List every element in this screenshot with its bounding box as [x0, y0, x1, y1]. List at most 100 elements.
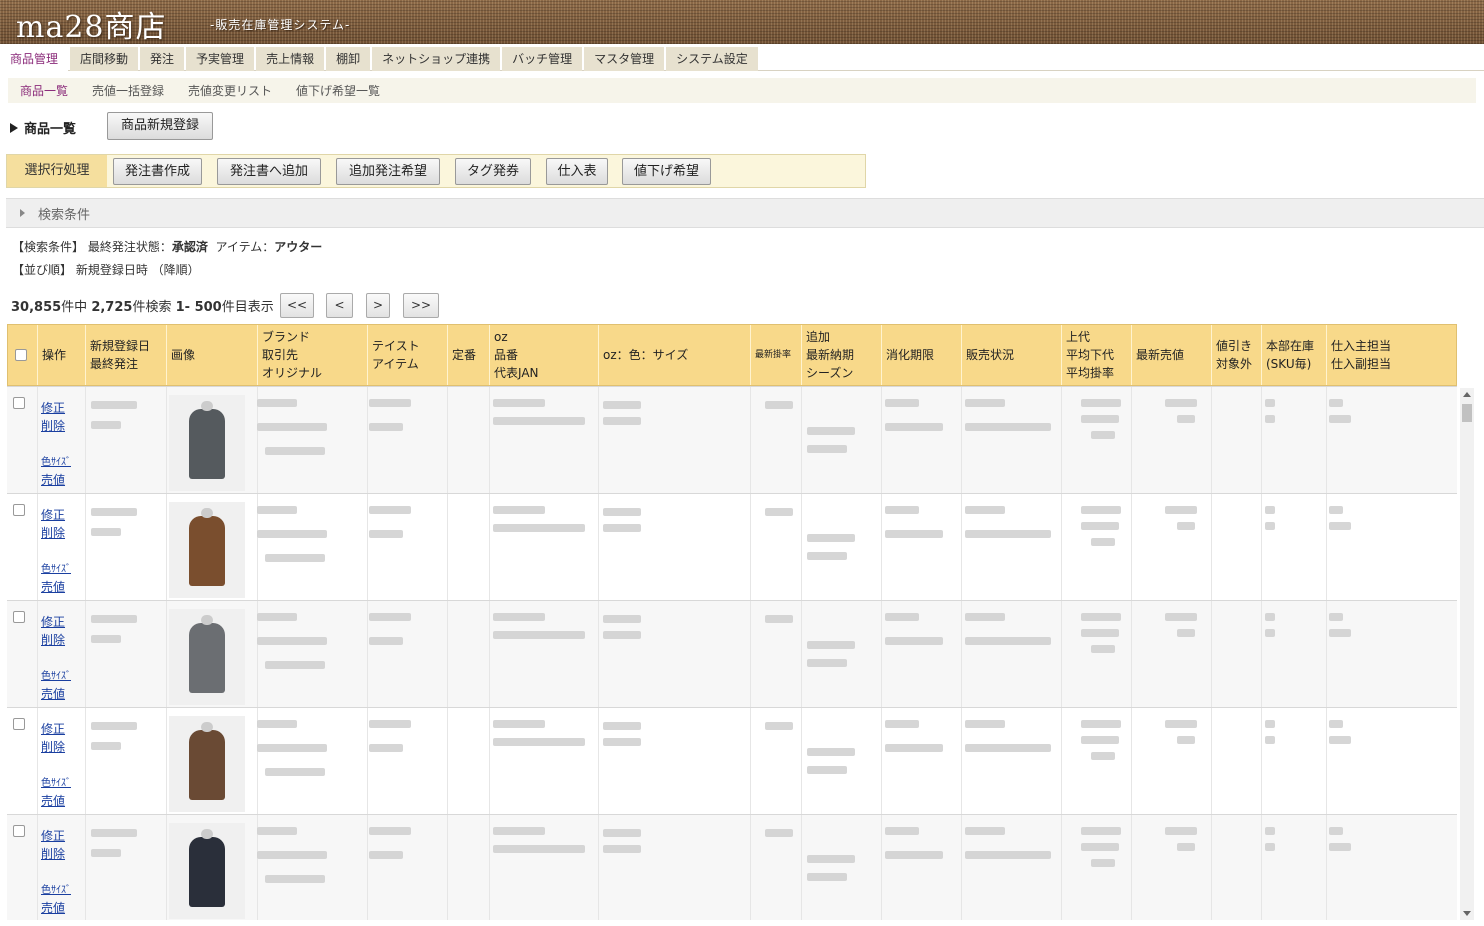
table-scrollbar[interactable] [1460, 388, 1474, 920]
delete-link[interactable]: 削除 [41, 631, 65, 648]
app-subtitle: -販売在庫管理システム- [210, 18, 351, 32]
prev-page-button[interactable]: < [326, 293, 353, 318]
price-link[interactable]: 売値 [41, 578, 65, 595]
select-all-checkbox[interactable] [15, 349, 27, 361]
redacted-value [885, 720, 919, 728]
scroll-thumb[interactable] [1462, 404, 1472, 422]
product-image[interactable] [169, 716, 245, 812]
main-nav-tab[interactable]: 売上情報 [256, 47, 325, 71]
column-divider [85, 494, 86, 600]
row-checkbox[interactable] [13, 611, 25, 623]
found-count: 2,725 [91, 300, 133, 315]
column-divider [85, 601, 86, 707]
main-nav-tab[interactable]: マスタ管理 [584, 47, 665, 71]
column-divider [1261, 815, 1262, 920]
row-checkbox[interactable] [13, 397, 25, 409]
redacted-value [1091, 538, 1115, 546]
first-page-button[interactable]: << [280, 293, 314, 318]
delete-link[interactable]: 削除 [41, 417, 65, 434]
product-image[interactable] [169, 502, 245, 598]
edit-link[interactable]: 修正 [41, 720, 65, 737]
redacted-value [369, 613, 411, 621]
redacted-value [1081, 720, 1121, 728]
redacted-value [257, 851, 327, 859]
column-divider [1131, 815, 1132, 920]
product-image[interactable] [169, 395, 245, 491]
redacted-value [1265, 506, 1275, 514]
scroll-down-icon[interactable] [1463, 911, 1471, 916]
range-suffix: 件目表示 [221, 300, 274, 315]
product-image[interactable] [169, 609, 245, 705]
new-product-button[interactable]: 商品新規登録 [107, 112, 213, 140]
color-size-link[interactable]: 色ｻｲｽﾞ [41, 560, 71, 575]
column-divider [598, 708, 599, 814]
redacted-value [1329, 736, 1351, 744]
delete-link[interactable]: 削除 [41, 524, 65, 541]
row-checkbox[interactable] [13, 718, 25, 730]
tag-issue-button[interactable]: タグ発券 [455, 158, 531, 185]
additional-order-button[interactable]: 追加発注希望 [336, 158, 440, 185]
header-price-line3: 平均掛率 [1066, 366, 1115, 380]
color-size-link[interactable]: 色ｻｲｽﾞ [41, 881, 71, 896]
row-checkbox[interactable] [13, 504, 25, 516]
redacted-value [1177, 843, 1195, 851]
price-link[interactable]: 売値 [41, 899, 65, 916]
redacted-value [1329, 506, 1343, 514]
price-link[interactable]: 売値 [41, 792, 65, 809]
redacted-value [965, 399, 1005, 407]
edit-link[interactable]: 修正 [41, 399, 65, 416]
header-staff-line1: 仕入主担当 [1331, 339, 1392, 353]
color-size-link[interactable]: 色ｻｲｽﾞ [41, 774, 71, 789]
range: 1- 500 [175, 300, 222, 315]
table-row: 修正 削除色ｻｲｽﾞ 売値 [7, 600, 1457, 707]
main-nav-tab[interactable]: 発注 [140, 47, 185, 71]
redacted-value [807, 445, 847, 453]
main-nav-tab[interactable]: バッチ管理 [502, 47, 583, 71]
scroll-up-icon[interactable] [1463, 392, 1471, 397]
price-link[interactable]: 売値 [41, 685, 65, 702]
redacted-value [1329, 522, 1351, 530]
redacted-value [1081, 843, 1119, 851]
column-divider [166, 387, 167, 493]
header-image-label: 画像 [171, 348, 196, 362]
main-nav-tab[interactable]: 商品管理 [0, 47, 69, 71]
redacted-value [1081, 827, 1121, 835]
row-checkbox[interactable] [13, 825, 25, 837]
edit-link[interactable]: 修正 [41, 506, 65, 523]
color-size-link[interactable]: 色ｻｲｽﾞ [41, 667, 71, 682]
redacted-value [369, 530, 403, 538]
redacted-value [765, 508, 793, 516]
color-size-link[interactable]: 色ｻｲｽﾞ [41, 453, 71, 468]
header-taste-line1: テイスト [372, 339, 420, 353]
redacted-value [1329, 720, 1343, 728]
edit-link[interactable]: 修正 [41, 827, 65, 844]
main-nav-tab[interactable]: 店間移動 [70, 47, 139, 71]
table-header: 操作 新規登録日 最終発注 画像 ブランド 取引先 オリジナル テイスト アイテム 定番… [7, 324, 1457, 386]
main-nav-tab[interactable]: システム設定 [666, 47, 758, 71]
sub-nav-item[interactable]: 売値一括登録 [80, 82, 176, 99]
edit-link[interactable]: 修正 [41, 613, 65, 630]
create-order-button[interactable]: 発注書作成 [113, 158, 202, 185]
redacted-value [257, 637, 327, 645]
search-conditions-toggle[interactable]: 検索条件 [6, 198, 1484, 228]
product-image[interactable] [169, 823, 245, 919]
delete-link[interactable]: 削除 [41, 738, 65, 755]
price-link[interactable]: 売値 [41, 471, 65, 488]
main-nav-tab[interactable]: ネットショップ連携 [372, 47, 501, 71]
column-divider [961, 708, 962, 814]
redacted-value [603, 829, 641, 837]
header-date-line2: 最終発注 [90, 357, 139, 371]
purchase-list-button[interactable]: 仕入表 [546, 158, 608, 185]
next-page-button[interactable]: > [366, 293, 390, 318]
redacted-value [257, 613, 297, 621]
last-page-button[interactable]: >> [403, 293, 439, 318]
app-logo[interactable]: ma28商店 [16, 2, 167, 46]
sub-nav-item[interactable]: 値下げ希望一覧 [284, 82, 392, 99]
delete-link[interactable]: 削除 [41, 845, 65, 862]
main-nav-tab[interactable]: 棚卸 [326, 47, 371, 71]
sub-nav-item[interactable]: 商品一覧 [8, 82, 80, 99]
main-nav-tab[interactable]: 予実管理 [186, 47, 255, 71]
add-to-order-button[interactable]: 発注書へ追加 [217, 158, 321, 185]
markdown-request-button[interactable]: 値下げ希望 [622, 158, 711, 185]
sub-nav-item[interactable]: 売値変更リスト [176, 82, 284, 99]
